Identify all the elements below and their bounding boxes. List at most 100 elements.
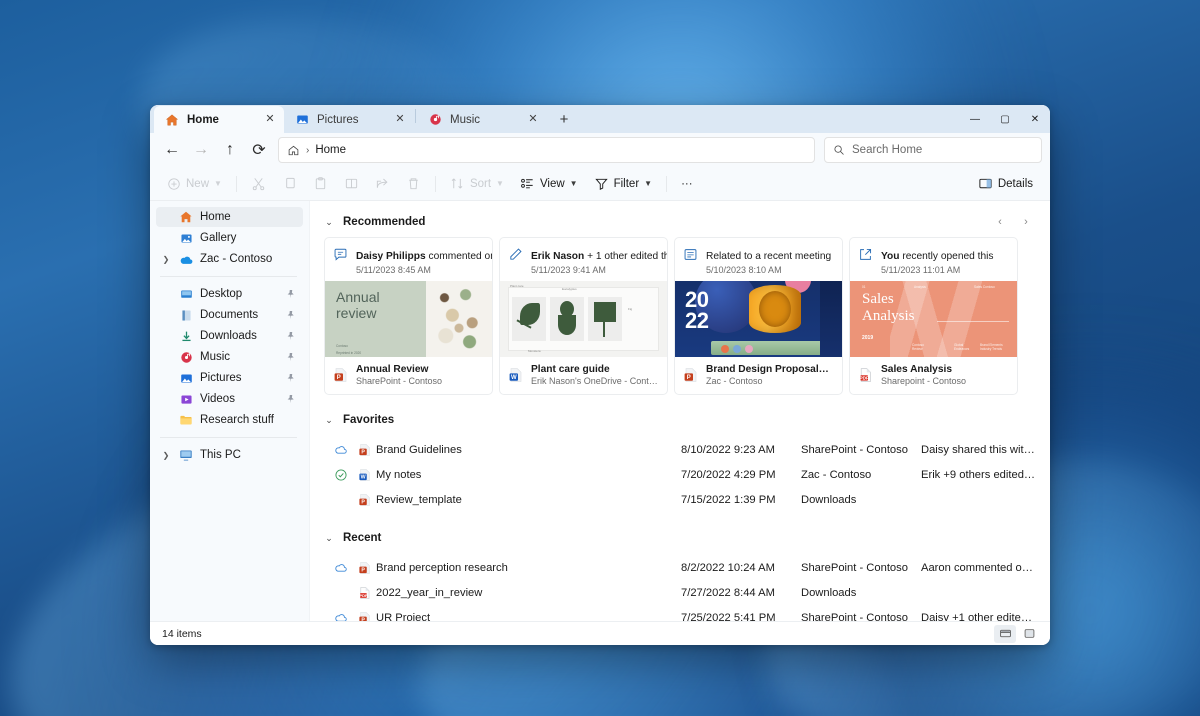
thumbnail-cylinder (749, 285, 801, 333)
card-date: 5/10/2023 8:10 AM (706, 265, 782, 275)
section-title: Recent (343, 532, 382, 544)
chevron-down-icon[interactable]: ⌄ (324, 217, 334, 228)
card-header: Daisy Philipps commented on... 5/11/2023… (325, 238, 492, 281)
pin-icon[interactable] (285, 352, 297, 362)
carousel-prev-button[interactable]: ‹ (990, 212, 1010, 232)
new-button[interactable]: New ▼ (160, 171, 229, 197)
filter-icon (594, 176, 609, 191)
sidebar-item-downloads[interactable]: Downloads (156, 326, 303, 346)
close-button[interactable]: ✕ (1020, 105, 1050, 133)
carousel-next-button[interactable]: › (1016, 212, 1036, 232)
more-options-button[interactable]: ··· (674, 171, 700, 197)
pin-icon[interactable] (285, 310, 297, 320)
section-header-recommended[interactable]: ⌄ Recommended ‹ › (324, 207, 1036, 237)
file-source: Zac - Contoso (801, 468, 872, 481)
chevron-right-icon[interactable]: ❯ (160, 255, 172, 264)
sidebar-item-music[interactable]: Music (156, 347, 303, 367)
search-input[interactable]: Search Home (852, 144, 922, 156)
sidebar-item-documents[interactable]: Documents (156, 305, 303, 325)
details-pane-button[interactable]: Details (971, 171, 1040, 197)
card-actor: Erik Nason (531, 251, 585, 262)
svg-text:P: P (361, 567, 365, 573)
filter-label: Filter (613, 177, 640, 190)
list-view-button[interactable] (994, 624, 1016, 643)
details-pane-icon (978, 176, 993, 191)
card-date: 5/11/2023 8:45 AM (356, 265, 431, 275)
tab-close-button[interactable]: ✕ (525, 112, 541, 128)
file-name: 2022_year_in_review (376, 586, 483, 599)
maximize-button[interactable]: ▢ (990, 105, 1020, 133)
up-button[interactable]: ↑ (216, 137, 244, 163)
tab-close-button[interactable]: ✕ (262, 112, 278, 128)
sidebar-item-this-pc[interactable]: ❯ This PC (156, 445, 303, 465)
filter-button[interactable]: Filter ▼ (587, 171, 659, 197)
sidebar-item-gallery[interactable]: Gallery (156, 228, 303, 248)
forward-button[interactable]: → (187, 137, 215, 163)
chevron-down-icon[interactable]: ⌄ (324, 533, 334, 544)
card-header: You recently opened this 5/11/2023 11:01… (850, 238, 1017, 281)
powerpoint-icon: P (333, 367, 349, 383)
paste-button[interactable] (306, 171, 335, 197)
new-tab-button[interactable]: + (551, 106, 577, 132)
thumbnail-label: Contoso Review (912, 343, 924, 351)
tab-close-button[interactable]: ✕ (392, 112, 408, 128)
table-row[interactable]: P Review_template 7/15/2022 1:39 PM Down… (324, 487, 1036, 512)
card-header: Related to a recent meeting 5/10/2023 8:… (675, 238, 842, 281)
chevron-down-icon[interactable]: ⌄ (324, 415, 334, 426)
powerpoint-icon: P (683, 367, 699, 383)
pin-icon[interactable] (285, 373, 297, 383)
file-name: Brand Guidelines (376, 443, 462, 456)
table-row[interactable]: P UR Project 7/25/2022 5:41 PM SharePoin… (324, 605, 1036, 621)
sort-button[interactable]: Sort ▼ (443, 171, 511, 197)
chevron-right-icon[interactable]: ❯ (160, 451, 172, 460)
sidebar-item-zac-contoso[interactable]: ❯ Zac - Contoso (156, 249, 303, 269)
table-row[interactable]: W My notes 7/20/2022 4:29 PM Zac - Conto… (324, 462, 1036, 487)
view-button[interactable]: View ▼ (513, 171, 585, 197)
section-title: Favorites (343, 414, 395, 426)
tab-home[interactable]: Home ✕ (154, 106, 284, 133)
thumbnail-photo (426, 281, 492, 357)
detail-pane-button[interactable] (1018, 625, 1040, 643)
recommended-card[interactable]: Related to a recent meeting 5/10/2023 8:… (674, 237, 843, 395)
sidebar-item-home[interactable]: Home (156, 207, 303, 227)
recommended-card[interactable]: Daisy Philipps commented on... 5/11/2023… (324, 237, 493, 395)
minimize-button[interactable]: — (960, 105, 990, 133)
card-action: + 1 other edited this (584, 251, 668, 262)
table-row[interactable]: P Brand Guidelines 8/10/2022 9:23 AM Sha… (324, 437, 1036, 462)
sidebar-item-desktop[interactable]: Desktop (156, 284, 303, 304)
card-file-name: Plant care guide (531, 364, 610, 375)
recommended-card[interactable]: Erik Nason + 1 other edited this 5/11/20… (499, 237, 668, 395)
copy-icon (282, 176, 297, 191)
back-button[interactable]: ← (158, 137, 186, 163)
pin-icon[interactable] (285, 289, 297, 299)
search-box[interactable]: Search Home (824, 137, 1042, 163)
refresh-button[interactable]: ⟳ (245, 137, 273, 163)
recommended-card[interactable]: You recently opened this 5/11/2023 11:01… (849, 237, 1018, 395)
sidebar-item-pictures[interactable]: Pictures (156, 368, 303, 388)
cut-button[interactable] (244, 171, 273, 197)
copy-button[interactable] (275, 171, 304, 197)
card-file-info: Annual Review SharePoint - Contoso (356, 364, 484, 386)
card-header-text: You recently opened this 5/11/2023 11:01… (881, 246, 1009, 275)
pictures-icon (178, 372, 194, 385)
section-header-favorites[interactable]: ⌄ Favorites (324, 405, 1036, 435)
tab-music[interactable]: Music ✕ (417, 106, 547, 133)
file-name: My notes (376, 468, 422, 481)
sidebar-item-research-stuff[interactable]: Research stuff (156, 410, 303, 430)
pin-icon[interactable] (285, 331, 297, 341)
delete-button[interactable] (399, 171, 428, 197)
music-icon (427, 113, 443, 126)
breadcrumb-current[interactable]: Home (315, 144, 346, 156)
thumbnail-plant-1 (512, 297, 546, 341)
table-row[interactable]: PDF 2022_year_in_review 7/27/2022 8:44 A… (324, 580, 1036, 605)
address-bar[interactable]: › Home (278, 137, 815, 163)
table-row[interactable]: P Brand perception research 8/2/2022 10:… (324, 555, 1036, 580)
pin-icon[interactable] (285, 394, 297, 404)
powerpoint-icon: P (354, 493, 376, 507)
share-button[interactable] (368, 171, 397, 197)
section-header-recent[interactable]: ⌄ Recent (324, 523, 1036, 553)
cloud-icon (328, 443, 354, 457)
tab-pictures[interactable]: Pictures ✕ (284, 106, 414, 133)
sidebar-item-videos[interactable]: Videos (156, 389, 303, 409)
rename-button[interactable] (337, 171, 366, 197)
